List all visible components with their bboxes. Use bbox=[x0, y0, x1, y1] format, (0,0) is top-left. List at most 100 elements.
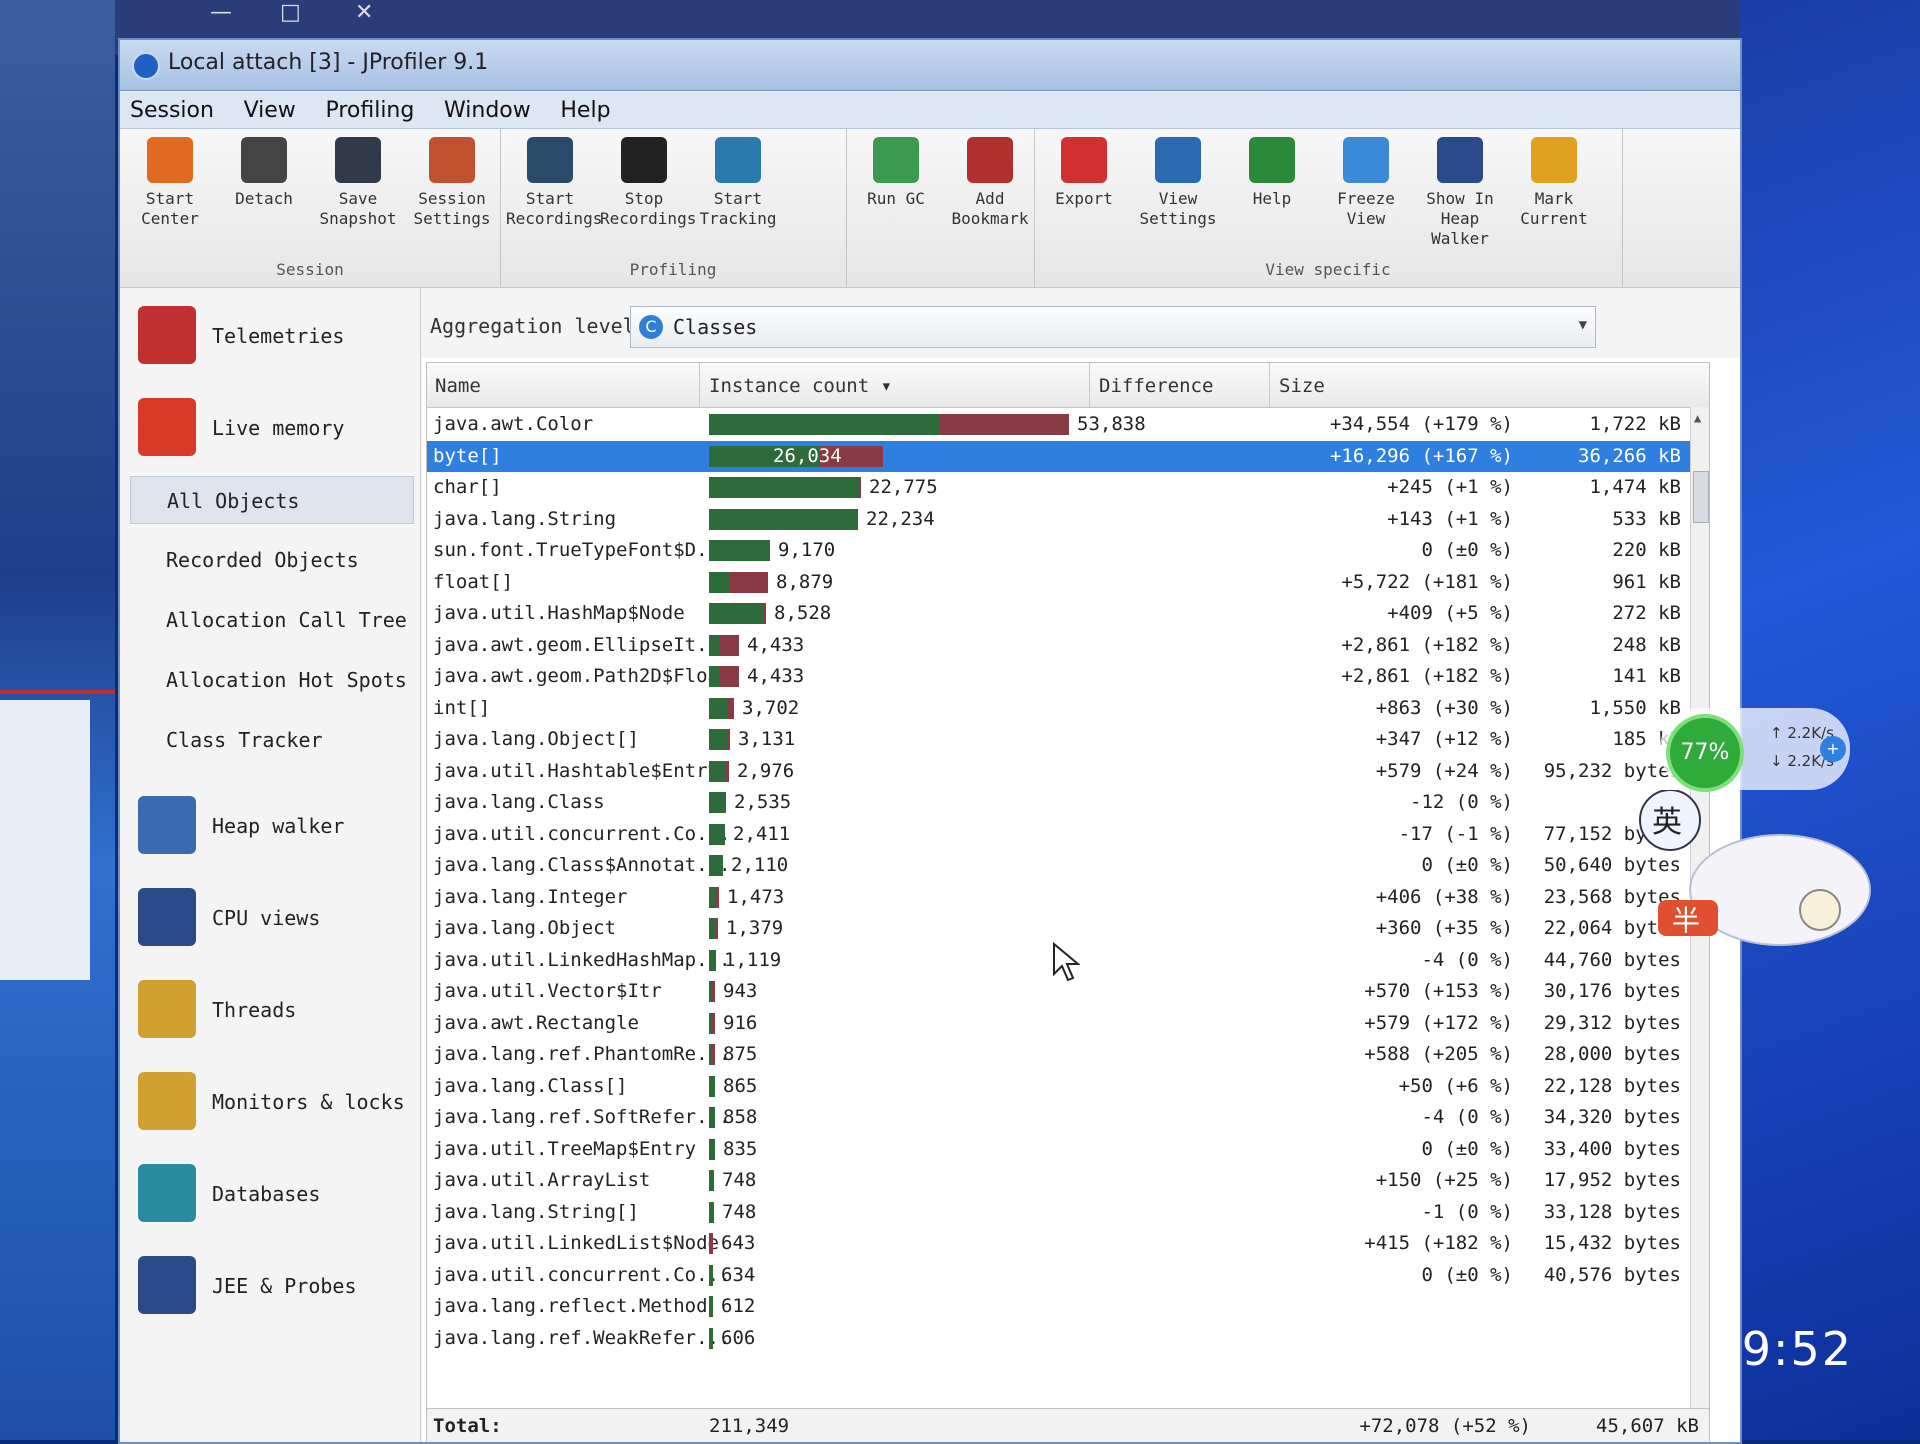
bar-baseline-segment bbox=[709, 634, 719, 656]
export-button[interactable]: Export bbox=[1040, 137, 1128, 209]
session-settings-button[interactable]: Session Settings bbox=[408, 137, 496, 229]
table-row[interactable]: java.lang.Class$Annotat... 2,110 0 (±0 %) 5… bbox=[427, 850, 1691, 881]
column-size[interactable]: Size bbox=[1279, 375, 1325, 397]
sidebar-item-all-objects[interactable]: All Objects bbox=[130, 476, 414, 524]
column-divider[interactable] bbox=[699, 363, 700, 407]
column-divider[interactable] bbox=[1269, 363, 1270, 407]
sidebar-item-recorded-objects[interactable]: Recorded Objects bbox=[130, 536, 412, 582]
table-row[interactable]: java.util.LinkedList$Node 643 +415 (+182 %… bbox=[427, 1228, 1691, 1259]
aggregation-select[interactable]: C Classes ▼ bbox=[630, 306, 1596, 348]
table-row[interactable]: java.util.TreeMap$Entry 835 0 (±0 %) 33,400… bbox=[427, 1134, 1691, 1165]
table-row[interactable]: java.lang.String 22,234 +143 (+1 %) 533 kB bbox=[427, 504, 1691, 535]
instance-count-bar bbox=[709, 1138, 715, 1160]
freeze-view-icon bbox=[1343, 137, 1389, 183]
desktop-minimize[interactable]: — bbox=[210, 0, 232, 25]
instance-count-bar bbox=[709, 886, 719, 908]
sidebar-item-allocation-hot-spots[interactable]: Allocation Hot Spots bbox=[130, 656, 412, 702]
table-row[interactable]: java.lang.ref.PhantomRe... 875 +588 (+205 … bbox=[427, 1039, 1691, 1070]
title-bar[interactable]: Local attach [3] - JProfiler 9.1 bbox=[120, 40, 1740, 91]
menu-window[interactable]: Window bbox=[434, 92, 541, 129]
detach-button[interactable]: Detach bbox=[220, 137, 308, 209]
toolbar-button-label: Stop Recordings bbox=[600, 189, 697, 228]
sidebar-section-label: Threads bbox=[212, 998, 297, 1022]
table-row[interactable]: java.util.ArrayList 748 +150 (+25 %) 17,952… bbox=[427, 1165, 1691, 1196]
table-row[interactable]: java.lang.Integer 1,473 +406 (+38 %) 23,568… bbox=[427, 882, 1691, 913]
sidebar-item-class-tracker[interactable]: Class Tracker bbox=[130, 716, 412, 762]
menu-help[interactable]: Help bbox=[550, 92, 620, 129]
view-settings-button[interactable]: View Settings bbox=[1134, 137, 1222, 229]
sidebar-section-heap-walker[interactable]: Heap walker bbox=[130, 786, 410, 870]
table-row[interactable]: byte[] 26,034 +16,296 (+167 %) 36,266 kB bbox=[427, 440, 1691, 472]
plus-icon[interactable]: + bbox=[1820, 736, 1846, 762]
sidebar-item-allocation-call-tree[interactable]: Allocation Call Tree bbox=[130, 596, 412, 642]
sidebar-item-label: Allocation Hot Spots bbox=[166, 668, 407, 692]
table-row[interactable]: java.util.concurrent.Co... 634 0 (±0 %) 40,… bbox=[427, 1260, 1691, 1291]
table-row[interactable]: java.lang.ref.SoftRefer... 858 -4 (0 %) 34,… bbox=[427, 1102, 1691, 1133]
table-row[interactable]: java.lang.reflect.Method 612 bbox=[427, 1291, 1691, 1322]
sidebar-section-monitors-locks[interactable]: Monitors & locks bbox=[130, 1062, 410, 1146]
start-center-icon bbox=[147, 137, 193, 183]
table-row[interactable]: java.lang.Object 1,379 +360 (+35 %) 22,064 … bbox=[427, 913, 1691, 944]
sidebar-section-jee-probes[interactable]: JEE & Probes bbox=[130, 1246, 410, 1330]
table-row[interactable]: float[] 8,879 +5,722 (+181 %) 961 kB bbox=[427, 567, 1691, 598]
table-row[interactable]: java.lang.Object[] 3,131 +347 (+12 %) 185 k… bbox=[427, 724, 1691, 755]
table-row[interactable]: int[] 3,702 +863 (+30 %) 1,550 kB bbox=[427, 693, 1691, 724]
start-center-button[interactable]: Start Center bbox=[126, 137, 214, 229]
start-recordings-button[interactable]: Start Recordings bbox=[506, 137, 603, 229]
table-row[interactable]: java.awt.Color 53,838 +34,554 (+179 %) 1,72… bbox=[427, 409, 1691, 440]
add-bookmark-button[interactable]: Add Bookmark bbox=[946, 137, 1034, 229]
instance-count-bar bbox=[709, 1012, 715, 1034]
table-row[interactable]: java.lang.String[] 748 -1 (0 %) 33,128 byte… bbox=[427, 1197, 1691, 1228]
difference: +2,861 (+182 %) bbox=[1341, 665, 1513, 687]
table-row[interactable]: java.util.HashMap$Node 8,528 +409 (+5 %) 27… bbox=[427, 598, 1691, 629]
column-divider[interactable] bbox=[1089, 363, 1090, 407]
size: 17,952 bytes bbox=[1543, 1169, 1681, 1191]
column-difference[interactable]: Difference bbox=[1099, 375, 1213, 397]
column-instance-count[interactable]: Instance count ▾ bbox=[709, 375, 892, 397]
scrollbar-thumb[interactable] bbox=[1693, 471, 1709, 523]
network-speed-widget[interactable]: 77% ↑ 2.2K/s ↓ 2.2K/s + bbox=[1660, 708, 1850, 792]
sidebar-section-threads[interactable]: Threads bbox=[130, 970, 410, 1054]
table-row[interactable]: java.util.Hashtable$Entry 2,976 +579 (+24 … bbox=[427, 756, 1691, 787]
table-row[interactable]: java.awt.Rectangle 916 +579 (+172 %) 29,312… bbox=[427, 1008, 1691, 1039]
desktop-maximize[interactable]: □ bbox=[280, 0, 301, 25]
bar-baseline-segment bbox=[709, 666, 719, 687]
instance-count: 643 bbox=[721, 1232, 756, 1254]
table-row[interactable]: java.awt.geom.Path2D$Float 4,433 +2,861 (+… bbox=[427, 661, 1691, 692]
instance-count: 2,411 bbox=[733, 822, 791, 845]
table-row[interactable]: java.util.concurrent.Co... 2,411 -17 (-1 %… bbox=[427, 819, 1691, 850]
sidebar-section-cpu-views[interactable]: CPU views bbox=[130, 878, 410, 962]
toolbar-group-actions: Run GC Add Bookmark bbox=[846, 129, 1035, 287]
toolbar-button-label: Start Recordings bbox=[506, 189, 603, 228]
sidebar-section-live-memory[interactable]: Live memory bbox=[130, 388, 410, 472]
menu-session[interactable]: Session bbox=[120, 92, 224, 129]
start-tracking-button[interactable]: Start Tracking bbox=[694, 137, 782, 229]
mark-current-button[interactable]: Mark Current bbox=[1510, 137, 1598, 229]
bar-increase-segment bbox=[719, 666, 739, 687]
table-row[interactable]: java.lang.Class[] 865 +50 (+6 %) 22,128 byt… bbox=[427, 1071, 1691, 1102]
table-row[interactable]: char[] 22,775 +245 (+1 %) 1,474 kB bbox=[427, 472, 1691, 503]
instance-count-bar bbox=[709, 1201, 714, 1223]
toolbar-group-profiling: Start Recordings Stop Recordings Start Tra… bbox=[500, 129, 847, 287]
class-name: java.lang.ref.WeakRefer... bbox=[433, 1326, 731, 1349]
column-name[interactable]: Name bbox=[435, 375, 481, 397]
table-row[interactable]: sun.font.TrueTypeFont$D... 9,170 0 (±0 %) 2… bbox=[427, 535, 1691, 566]
desktop-close[interactable]: ✕ bbox=[355, 0, 373, 25]
instance-count-bar bbox=[709, 981, 715, 1002]
help-button[interactable]: Help bbox=[1228, 137, 1316, 209]
sidebar-section-telemetries[interactable]: Telemetries bbox=[130, 296, 410, 380]
table-row[interactable]: java.lang.Class 2,535 -12 (0 %) bbox=[427, 787, 1691, 818]
bar-baseline-segment bbox=[709, 1138, 715, 1160]
freeze-view-button[interactable]: Freeze View bbox=[1322, 137, 1410, 229]
run-gc-button[interactable]: Run GC bbox=[852, 137, 940, 209]
stop-recordings-button[interactable]: Stop Recordings bbox=[600, 137, 697, 229]
sidebar-section-databases[interactable]: Databases bbox=[130, 1154, 410, 1238]
table-row[interactable]: java.awt.geom.EllipseIt... 4,433 +2,861 (+… bbox=[427, 630, 1691, 661]
menu-view[interactable]: View bbox=[234, 92, 306, 129]
show-in-heap-walker-button[interactable]: Show In Heap Walker bbox=[1416, 137, 1504, 249]
bar-baseline-segment bbox=[709, 414, 939, 435]
menu-profiling[interactable]: Profiling bbox=[315, 92, 424, 129]
bar-baseline-segment bbox=[709, 540, 770, 561]
save-snapshot-button[interactable]: Save Snapshot bbox=[314, 137, 402, 229]
scroll-up-icon[interactable]: ▲ bbox=[1694, 411, 1701, 425]
